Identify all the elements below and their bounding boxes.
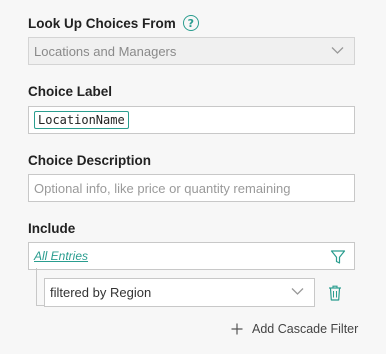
choice-description-placeholder: Optional info, like price or quantity re… [34,180,291,196]
include-heading: Include [28,221,75,236]
include-field[interactable]: All Entries [28,242,355,270]
cascade-filter-value: filtered by Region [50,285,152,300]
tree-connector [36,268,44,306]
include-label: Include [28,221,76,236]
trash-icon[interactable] [328,285,342,301]
lookup-label: Look Up Choices From [28,15,176,31]
lookup-selected-value: Locations and Managers [34,43,177,59]
lookup-section-label: Look Up Choices From ? [28,15,199,31]
lookup-select[interactable]: Locations and Managers [28,37,355,65]
choice-label-label: Choice Label [28,84,113,99]
add-cascade-filter-button[interactable]: Add Cascade Filter [231,322,358,336]
all-entries-link[interactable]: All Entries [34,249,88,263]
plus-icon [231,323,243,335]
choice-description-label: Choice Description [28,153,152,168]
cascade-filter-select[interactable]: filtered by Region [44,278,315,307]
choice-label-heading: Choice Label [28,84,112,99]
choice-description-heading: Choice Description [28,153,151,168]
chevron-down-icon [331,47,344,54]
choice-label-field[interactable]: LocationName [28,106,355,134]
help-icon[interactable]: ? [182,15,199,31]
chevron-down-icon [291,288,304,295]
filter-icon[interactable] [330,249,346,265]
add-cascade-filter-label: Add Cascade Filter [252,322,359,336]
choice-description-field[interactable]: Optional info, like price or quantity re… [28,174,355,202]
field-token[interactable]: LocationName [34,111,129,129]
